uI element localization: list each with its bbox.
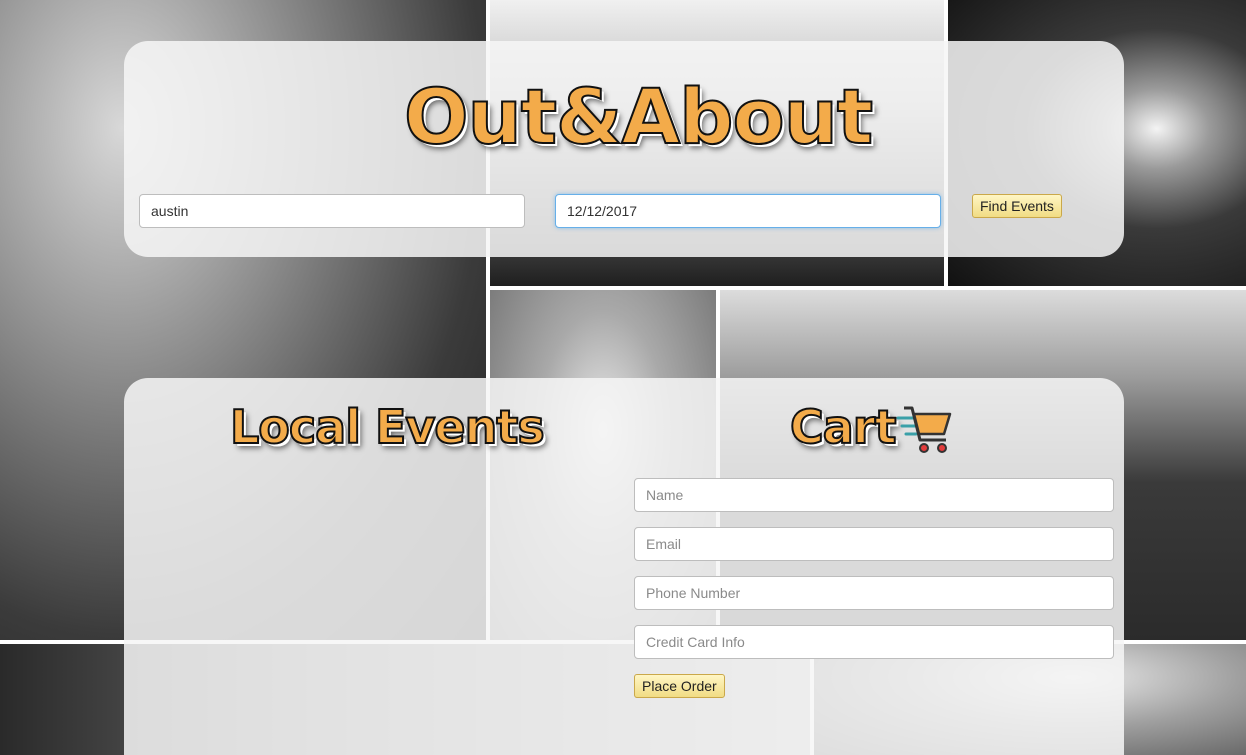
email-field[interactable] <box>634 527 1114 561</box>
date-input[interactable] <box>555 194 941 228</box>
city-input[interactable] <box>139 194 525 228</box>
local-events-heading: Local Events <box>229 399 546 455</box>
phone-number-field[interactable] <box>634 576 1114 610</box>
shopping-cart-icon <box>896 406 952 453</box>
place-order-button[interactable]: Place Order <box>634 674 725 698</box>
find-events-button[interactable]: Find Events <box>972 194 1062 218</box>
site-logo: Out&About <box>403 71 874 162</box>
credit-card-field[interactable] <box>634 625 1114 659</box>
name-field[interactable] <box>634 478 1114 512</box>
cart-heading: Cart <box>789 399 897 455</box>
